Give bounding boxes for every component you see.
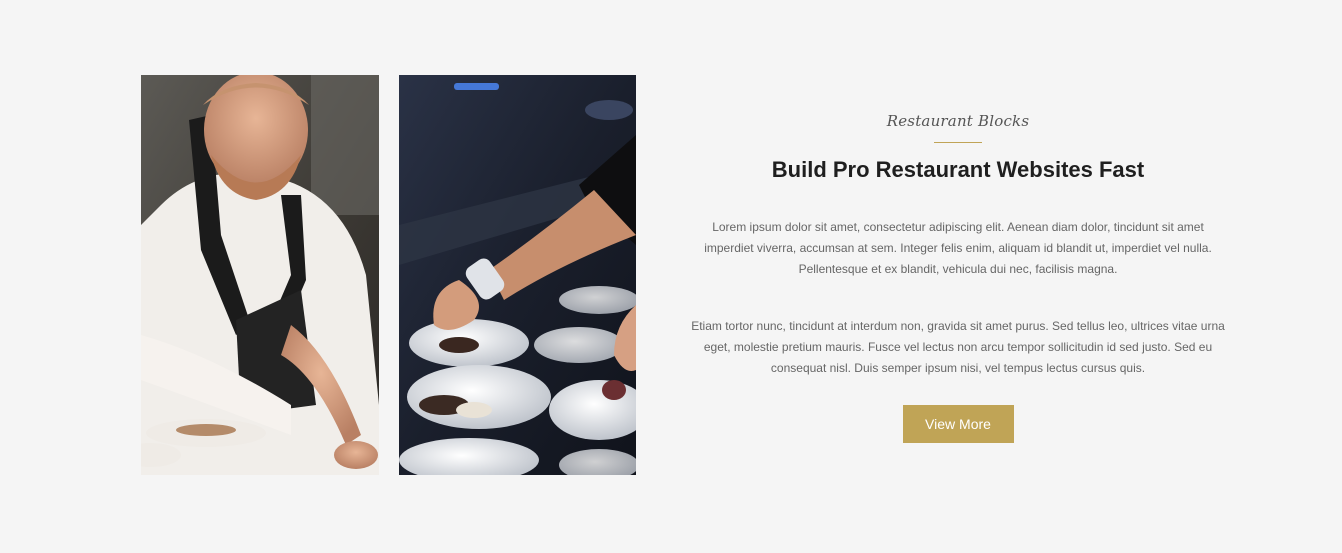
- plating-photo: [399, 75, 636, 475]
- eyebrow-divider: [934, 142, 982, 143]
- plating-photo-illustration: [399, 75, 636, 475]
- section-title: Build Pro Restaurant Websites Fast: [771, 157, 1145, 182]
- content-block: Restaurant Blocks Build Pro Restaurant W…: [690, 108, 1226, 443]
- detail-paragraph: Etiam tortor nunc, tincidunt at interdum…: [691, 319, 1225, 375]
- chef-photo: [141, 75, 379, 475]
- section-eyebrow: Restaurant Blocks: [886, 112, 1030, 130]
- view-more-button[interactable]: View More: [902, 405, 1014, 443]
- chef-photo-illustration: [141, 75, 379, 475]
- intro-paragraph: Lorem ipsum dolor sit amet, consectetur …: [704, 220, 1212, 276]
